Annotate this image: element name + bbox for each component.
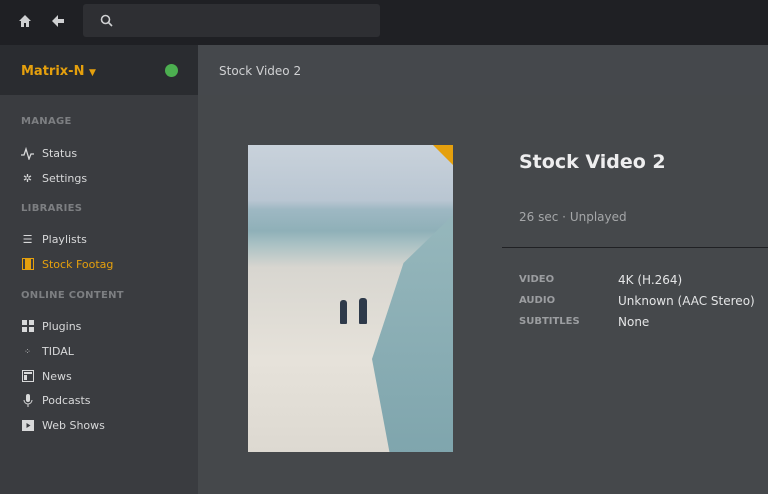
- film-icon: [21, 258, 34, 271]
- sidebar-item-label: Web Shows: [42, 418, 105, 432]
- home-icon[interactable]: [17, 13, 35, 31]
- sidebar-item-label: Plugins: [42, 319, 82, 333]
- sidebar-item-label: Playlists: [42, 232, 87, 246]
- search-icon: [100, 14, 113, 27]
- section-online-content: ONLINE CONTENT: [21, 290, 124, 301]
- divider: [502, 247, 768, 248]
- poster-figure: [359, 298, 367, 324]
- sidebar-item-label: TIDAL: [42, 344, 74, 358]
- chevron-down-icon: ▼: [88, 68, 96, 78]
- section-manage: MANAGE: [21, 116, 72, 127]
- tidal-icon: ⁘: [24, 346, 31, 356]
- section-libraries: LIBRARIES: [21, 203, 83, 214]
- unplayed-corner-badge: [433, 145, 453, 165]
- sidebar-item-stock-footage[interactable]: Stock Footag: [21, 256, 113, 272]
- server-selector[interactable]: Matrix-N ▼: [21, 64, 96, 79]
- spec-value-video: 4K (H.264): [618, 273, 683, 287]
- sidebar-item-web-shows[interactable]: Web Shows: [21, 417, 105, 433]
- spec-label-audio: AUDIO: [519, 295, 556, 306]
- duration: 26 sec: [519, 210, 559, 224]
- activity-icon: [21, 146, 34, 160]
- gear-icon: ✲: [22, 171, 33, 185]
- separator: ·: [562, 210, 566, 224]
- news-icon: [21, 370, 34, 383]
- sidebar-item-plugins[interactable]: Plugins: [21, 318, 81, 334]
- sidebar-item-label: News: [42, 369, 72, 383]
- play-icon: [21, 419, 34, 432]
- sidebar-item-podcasts[interactable]: Podcasts: [21, 392, 91, 408]
- poster-sea: [372, 215, 453, 452]
- sidebar-item-playlists[interactable]: ☰ Playlists: [21, 231, 87, 247]
- top-bar: [0, 0, 768, 45]
- list-icon: ☰: [22, 232, 33, 246]
- sidebar-item-tidal[interactable]: ⁘ TIDAL: [21, 343, 74, 359]
- video-title: Stock Video 2: [519, 151, 666, 173]
- sidebar-item-news[interactable]: News: [21, 368, 72, 384]
- sidebar-item-label: Status: [42, 146, 78, 160]
- lock-icon: [165, 64, 178, 77]
- sidebar-item-label: Settings: [42, 171, 88, 185]
- microphone-icon: [21, 393, 34, 407]
- poster-figure: [340, 300, 347, 324]
- back-arrow-icon[interactable]: [50, 13, 68, 31]
- search-input[interactable]: [83, 4, 380, 37]
- sidebar-item-status[interactable]: Status: [21, 145, 77, 161]
- spec-label-subtitles: SUBTITLES: [519, 316, 580, 327]
- server-name: Matrix-N: [21, 64, 85, 79]
- spec-label-video: VIDEO: [519, 274, 555, 285]
- breadcrumb[interactable]: Stock Video 2: [219, 64, 301, 78]
- sidebar-item-label: Stock Footag: [42, 257, 114, 271]
- sidebar-item-settings[interactable]: ✲ Settings: [21, 170, 87, 186]
- play-status: Unplayed: [569, 210, 627, 224]
- spec-value-audio: Unknown (AAC Stereo): [618, 294, 755, 308]
- video-poster[interactable]: [248, 145, 453, 452]
- spec-value-subtitles: None: [618, 315, 650, 329]
- video-meta: 26 sec · Unplayed: [519, 210, 627, 224]
- grid-icon: [21, 320, 34, 333]
- sidebar-item-label: Podcasts: [42, 393, 91, 407]
